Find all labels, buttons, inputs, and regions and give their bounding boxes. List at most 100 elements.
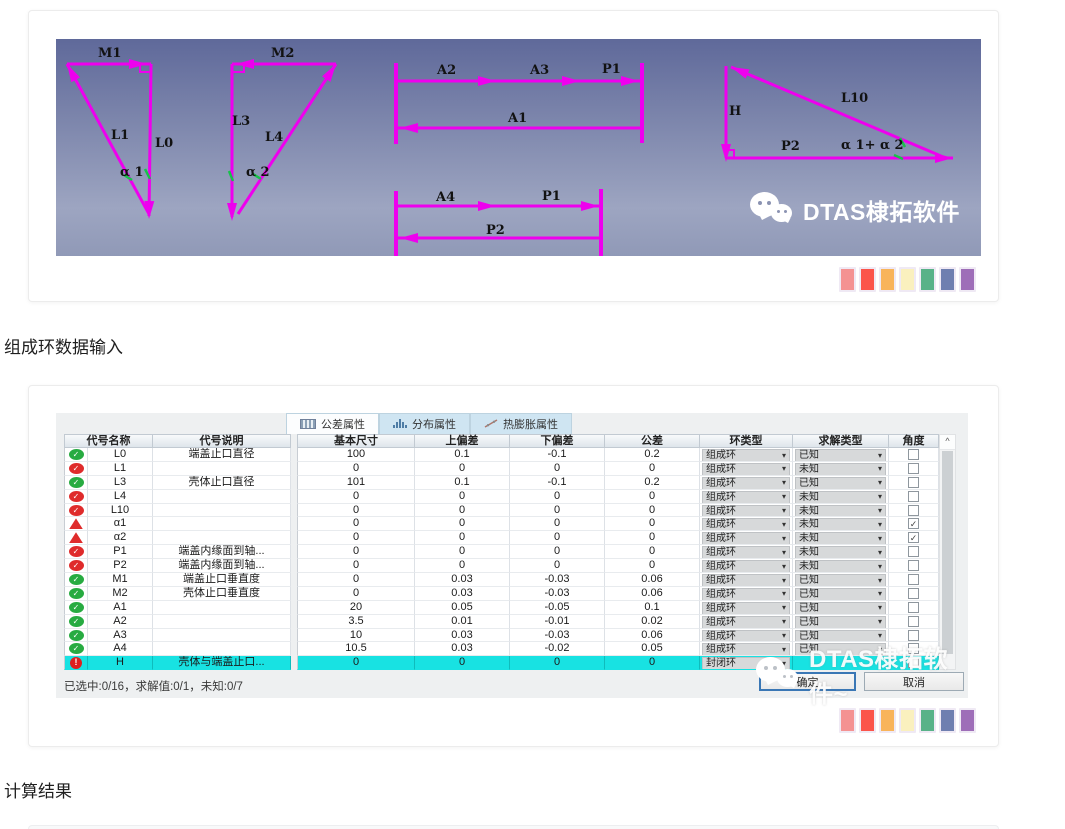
row-lower-cell[interactable]: -0.03 <box>510 587 605 601</box>
solve-type-dropdown[interactable]: 已知 ▾ <box>795 602 886 615</box>
angle-checkbox[interactable] <box>908 574 919 585</box>
row-lower-cell[interactable]: 0 <box>510 656 605 670</box>
row-basic-cell[interactable]: 0 <box>297 462 415 476</box>
table-row[interactable]: ✓ L1 0 0 0 0 组成环 ▾ 未知 ▾ <box>64 462 939 476</box>
solve-type-dropdown[interactable]: 未知 ▾ <box>795 518 886 531</box>
row-desc-cell[interactable]: 端盖止口垂直度 <box>153 573 291 587</box>
row-upper-cell[interactable]: 0.03 <box>415 587 510 601</box>
angle-checkbox[interactable] <box>908 588 919 599</box>
row-lower-cell[interactable]: -0.03 <box>510 573 605 587</box>
solve-type-dropdown[interactable]: 未知 ▾ <box>795 546 886 559</box>
ring-type-dropdown[interactable]: 组成环 ▾ <box>702 477 790 490</box>
row-lower-cell[interactable]: -0.02 <box>510 642 605 656</box>
row-tolerance-cell[interactable]: 0.06 <box>605 629 700 643</box>
row-tolerance-cell[interactable]: 0.05 <box>605 642 700 656</box>
solve-type-dropdown[interactable]: 未知 ▾ <box>795 491 886 504</box>
row-tolerance-cell[interactable]: 0 <box>605 490 700 504</box>
row-basic-cell[interactable]: 0 <box>297 587 415 601</box>
row-desc-cell[interactable] <box>153 531 291 545</box>
row-tolerance-cell[interactable]: 0 <box>605 504 700 518</box>
row-upper-cell[interactable]: 0 <box>415 559 510 573</box>
row-name-cell[interactable]: P2 <box>88 559 153 573</box>
solve-type-dropdown[interactable]: 未知 ▾ <box>795 560 886 573</box>
row-lower-cell[interactable]: -0.05 <box>510 601 605 615</box>
row-basic-cell[interactable]: 0 <box>297 559 415 573</box>
table-row[interactable]: ✓ L4 0 0 0 0 组成环 ▾ 未知 ▾ <box>64 490 939 504</box>
table-row[interactable]: ✓ P1 端盖内缘面到轴... 0 0 0 0 组成环 ▾ 未知 ▾ <box>64 545 939 559</box>
ring-type-dropdown[interactable]: 组成环 ▾ <box>702 588 790 601</box>
angle-checkbox[interactable] <box>908 546 919 557</box>
row-name-cell[interactable]: L4 <box>88 490 153 504</box>
ring-type-dropdown[interactable]: 组成环 ▾ <box>702 560 790 573</box>
solve-type-dropdown[interactable]: 已知 ▾ <box>795 588 886 601</box>
column-header-solvetype[interactable]: 求解类型 <box>793 434 889 448</box>
row-basic-cell[interactable]: 10 <box>297 629 415 643</box>
angle-checkbox[interactable] <box>908 560 919 571</box>
ring-type-dropdown[interactable]: 组成环 ▾ <box>702 518 790 531</box>
row-desc-cell[interactable] <box>153 490 291 504</box>
row-name-cell[interactable]: α1 <box>88 517 153 531</box>
row-desc-cell[interactable]: 端盖止口直径 <box>153 448 291 462</box>
row-upper-cell[interactable]: 0 <box>415 517 510 531</box>
row-basic-cell[interactable]: 0 <box>297 545 415 559</box>
row-name-cell[interactable]: H <box>88 656 153 670</box>
row-lower-cell[interactable]: 0 <box>510 517 605 531</box>
solve-type-dropdown[interactable]: 未知 ▾ <box>795 532 886 545</box>
scroll-up-icon[interactable]: ^ <box>940 435 955 450</box>
column-header-name[interactable]: 代号名称 <box>64 434 153 448</box>
row-upper-cell[interactable]: 0 <box>415 504 510 518</box>
row-basic-cell[interactable]: 101 <box>297 476 415 490</box>
row-desc-cell[interactable]: 壳体与端盖止口... <box>153 656 291 670</box>
table-row[interactable]: ✓ M1 端盖止口垂直度 0 0.03 -0.03 0.06 组成环 ▾ 已知 … <box>64 573 939 587</box>
row-name-cell[interactable]: M1 <box>88 573 153 587</box>
row-basic-cell[interactable]: 3.5 <box>297 615 415 629</box>
column-header-upper[interactable]: 上偏差 <box>415 434 510 448</box>
ring-type-dropdown[interactable]: 组成环 ▾ <box>702 574 790 587</box>
row-lower-cell[interactable]: 0 <box>510 545 605 559</box>
row-basic-cell[interactable]: 0 <box>297 517 415 531</box>
table-row[interactable]: ✓ A2 3.5 0.01 -0.01 0.02 组成环 ▾ 已知 ▾ <box>64 615 939 629</box>
row-lower-cell[interactable]: -0.1 <box>510 476 605 490</box>
row-desc-cell[interactable] <box>153 629 291 643</box>
ring-type-dropdown[interactable]: 组成环 ▾ <box>702 491 790 504</box>
row-desc-cell[interactable] <box>153 504 291 518</box>
angle-checkbox[interactable] <box>908 463 919 474</box>
row-tolerance-cell[interactable]: 0 <box>605 517 700 531</box>
row-upper-cell[interactable]: 0.03 <box>415 629 510 643</box>
table-row[interactable]: ✓ L0 端盖止口直径 100 0.1 -0.1 0.2 组成环 ▾ 已知 ▾ <box>64 448 939 462</box>
row-lower-cell[interactable]: -0.01 <box>510 615 605 629</box>
row-upper-cell[interactable]: 0.03 <box>415 573 510 587</box>
row-desc-cell[interactable] <box>153 615 291 629</box>
row-tolerance-cell[interactable]: 0 <box>605 462 700 476</box>
solve-type-dropdown[interactable]: 未知 ▾ <box>795 505 886 518</box>
row-desc-cell[interactable]: 壳体止口垂直度 <box>153 587 291 601</box>
row-lower-cell[interactable]: 0 <box>510 490 605 504</box>
ring-type-dropdown[interactable]: 组成环 ▾ <box>702 546 790 559</box>
row-lower-cell[interactable]: 0 <box>510 531 605 545</box>
row-name-cell[interactable]: A4 <box>88 642 153 656</box>
table-row[interactable]: ✓ P2 端盖内缘面到轴... 0 0 0 0 组成环 ▾ 未知 ▾ <box>64 559 939 573</box>
row-upper-cell[interactable]: 0 <box>415 545 510 559</box>
row-name-cell[interactable]: A3 <box>88 629 153 643</box>
row-upper-cell[interactable]: 0.01 <box>415 615 510 629</box>
tab-distribution[interactable]: 分布属性 <box>379 413 470 434</box>
column-header-desc[interactable]: 代号说明 <box>153 434 291 448</box>
angle-checkbox[interactable] <box>908 491 919 502</box>
table-scrollbar[interactable]: ^ <box>939 434 956 670</box>
solve-type-dropdown[interactable]: 未知 ▾ <box>795 463 886 476</box>
row-basic-cell[interactable]: 0 <box>297 490 415 504</box>
table-row[interactable]: α1 0 0 0 0 组成环 ▾ 未知 ▾ ✓ <box>64 517 939 531</box>
row-name-cell[interactable]: P1 <box>88 545 153 559</box>
table-row[interactable]: ✓ L10 0 0 0 0 组成环 ▾ 未知 ▾ <box>64 504 939 518</box>
solve-type-dropdown[interactable]: 已知 ▾ <box>795 449 886 462</box>
row-desc-cell[interactable] <box>153 462 291 476</box>
ring-type-dropdown[interactable]: 组成环 ▾ <box>702 616 790 629</box>
row-desc-cell[interactable] <box>153 601 291 615</box>
row-basic-cell[interactable]: 0 <box>297 656 415 670</box>
scrollbar-thumb[interactable] <box>942 451 953 654</box>
row-tolerance-cell[interactable]: 0 <box>605 531 700 545</box>
angle-checkbox[interactable]: ✓ <box>908 518 919 529</box>
row-upper-cell[interactable]: 0 <box>415 656 510 670</box>
angle-checkbox[interactable] <box>908 602 919 613</box>
row-tolerance-cell[interactable]: 0 <box>605 545 700 559</box>
